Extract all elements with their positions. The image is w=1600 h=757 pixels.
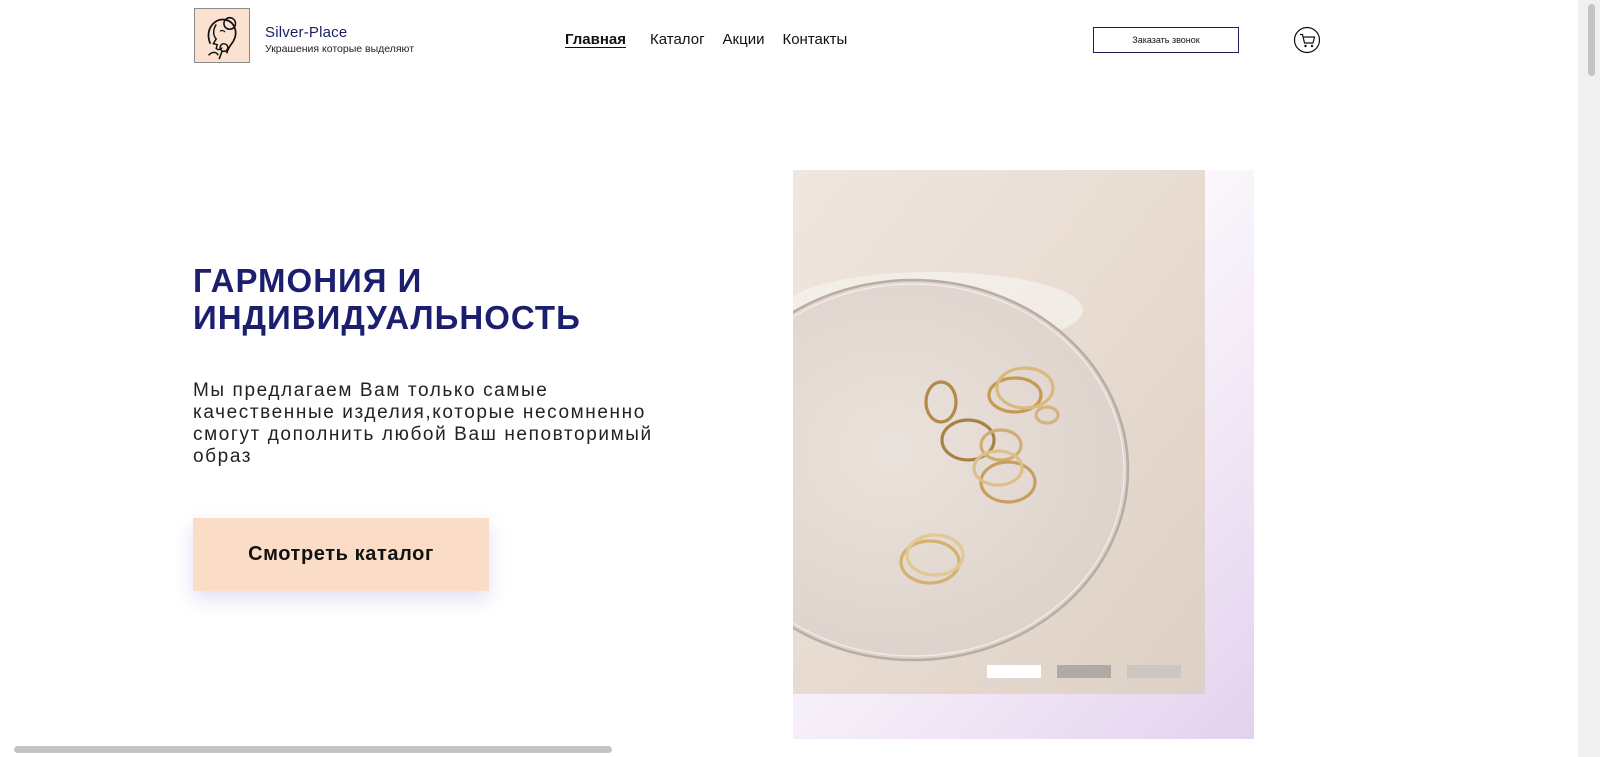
brand-name: Silver-Place: [265, 24, 348, 41]
hero-title-line1: ГАРМОНИЯ И: [193, 262, 423, 299]
hero-title: ГАРМОНИЯ И ИНДИВИДУАЛЬНОСТЬ: [193, 262, 713, 336]
order-call-button[interactable]: Заказать звонок: [1093, 27, 1239, 53]
nav-item-catalog[interactable]: Каталог: [650, 31, 705, 48]
slider-dot-2[interactable]: [1057, 665, 1111, 678]
slider-dot-1[interactable]: [987, 665, 1041, 678]
logo[interactable]: [194, 8, 250, 63]
brand-tagline: Украшения которые выделяют: [265, 43, 415, 55]
view-catalog-button[interactable]: Смотреть каталог: [193, 518, 489, 591]
cart-icon[interactable]: [1293, 26, 1321, 54]
slider-pagination: [987, 665, 1181, 678]
vertical-scrollbar[interactable]: [1578, 0, 1600, 757]
page: Silver-Place Украшения которые выделяют …: [0, 0, 1578, 757]
nav-item-contacts[interactable]: Контакты: [782, 31, 847, 48]
slider-dot-3[interactable]: [1127, 665, 1181, 678]
woman-portrait-icon: [207, 16, 237, 60]
nav-item-home[interactable]: Главная: [565, 31, 626, 48]
hero-rings-image: [793, 170, 1205, 694]
hero-description: Мы предлагаем Вам только самые качествен…: [193, 380, 653, 467]
vertical-scrollbar-thumb[interactable]: [1588, 4, 1595, 76]
nav-item-promotions[interactable]: Акции: [723, 31, 765, 48]
hero-title-line2: ИНДИВИДУАЛЬНОСТЬ: [193, 299, 581, 336]
horizontal-scrollbar-thumb[interactable]: [14, 746, 612, 753]
main-nav: Главная Каталог Акции Контакты: [565, 31, 865, 48]
